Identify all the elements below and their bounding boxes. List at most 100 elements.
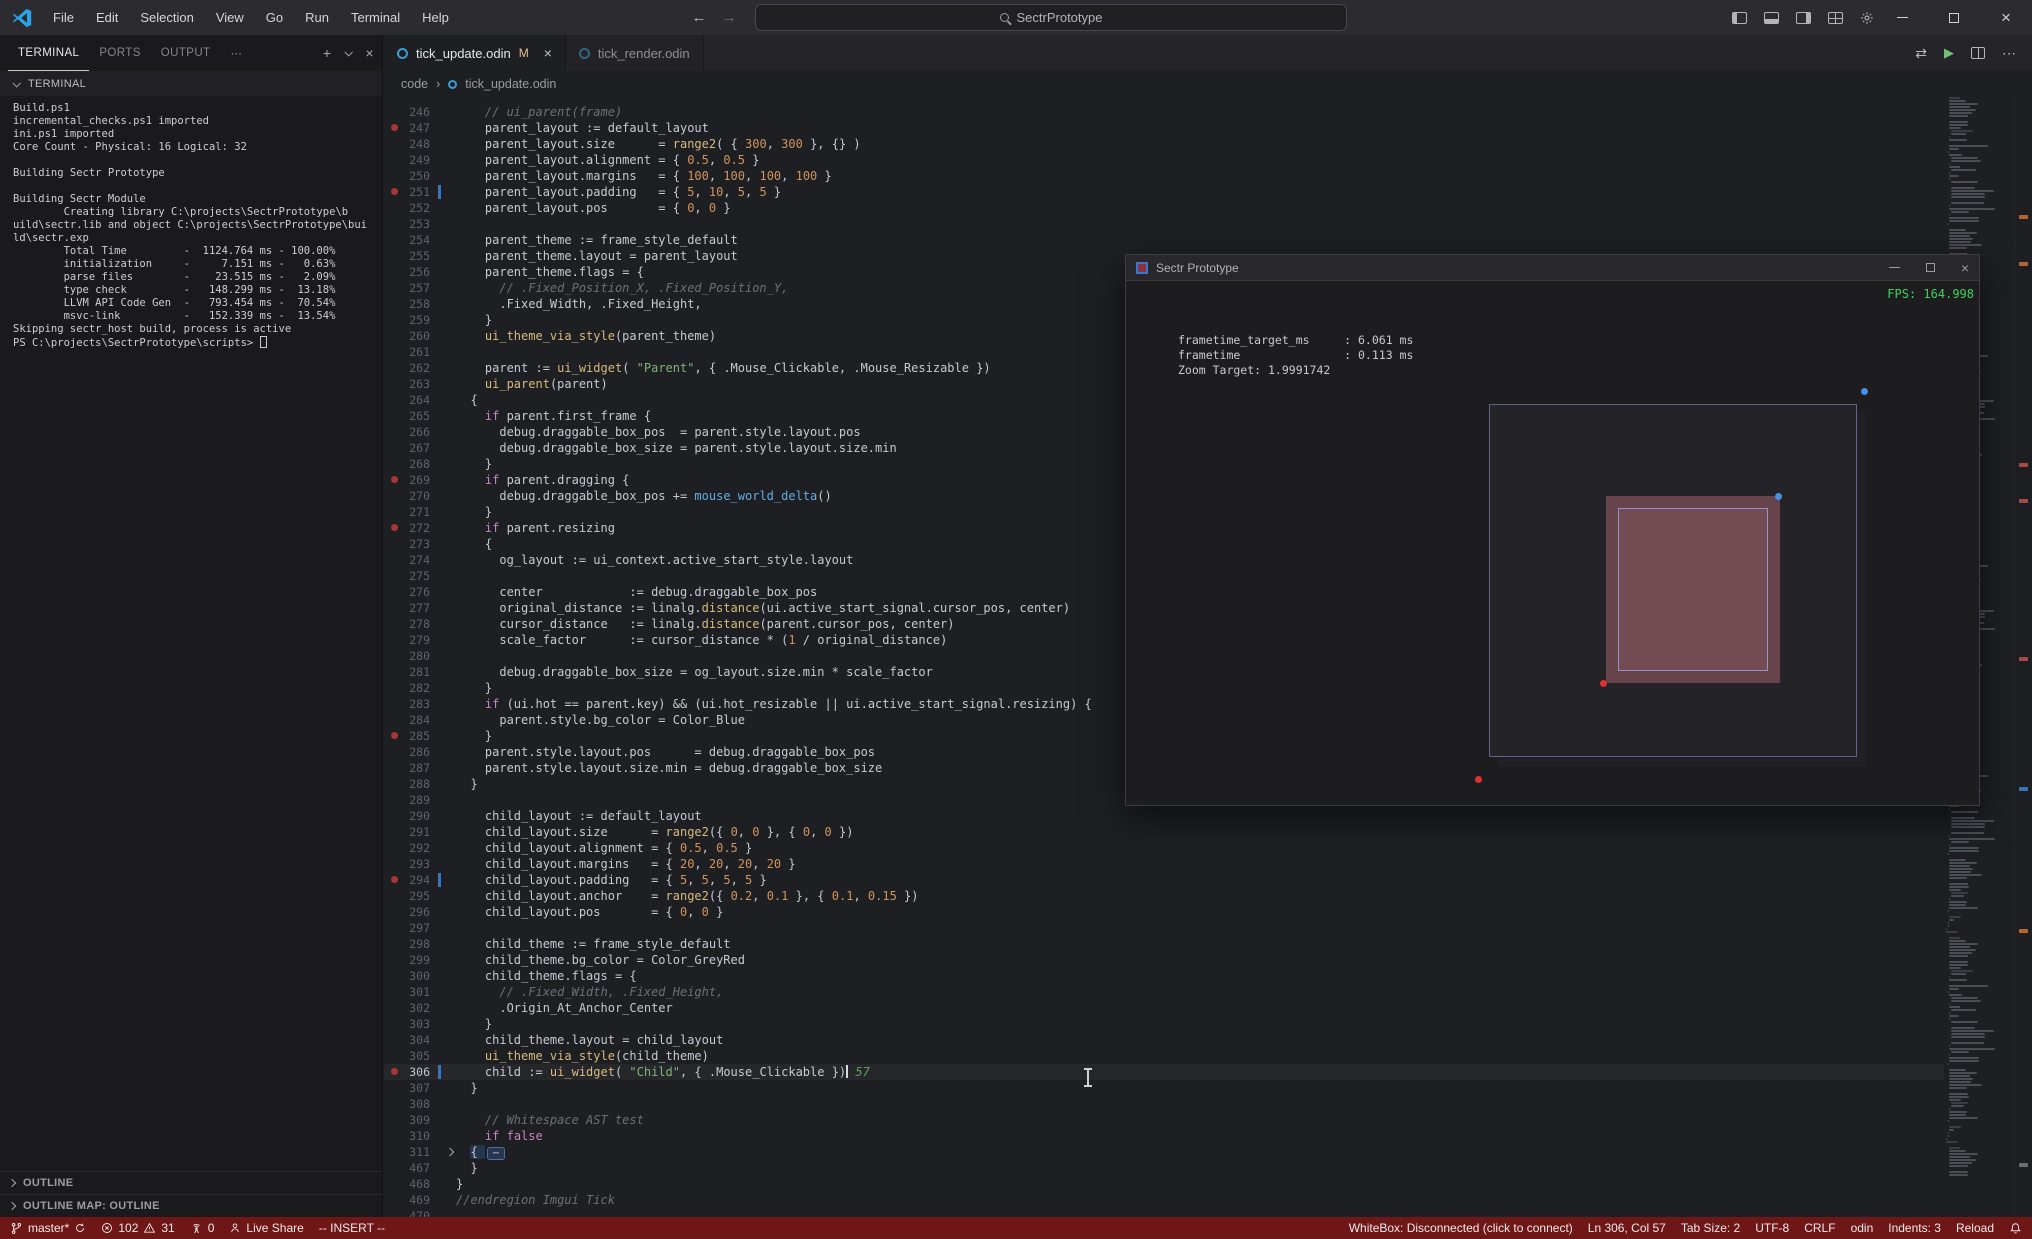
code-text[interactable]: child_theme := frame_style_default [456,936,731,952]
code-line[interactable]: 306 child := ui_widget( "Child", { .Mous… [384,1064,1944,1080]
gutter[interactable]: 260 [384,328,456,344]
settings-gear-icon[interactable] [1860,11,1874,25]
gutter[interactable]: 268 [384,456,456,472]
sectr-maximize-button[interactable] [1925,263,1935,272]
code-line[interactable]: 250 parent_layout.margins = { 100, 100, … [384,168,1944,184]
gutter[interactable]: 304 [384,1032,456,1048]
code-text[interactable]: child_layout := default_layout [456,808,702,824]
problems-status[interactable]: 102 31 [101,1221,175,1235]
code-text[interactable]: og_layout := ui_context.active_start_sty… [456,552,853,568]
sectr-minimize-button[interactable] [1888,267,1900,268]
code-line[interactable]: 291 child_layout.size = range2({ 0, 0 },… [384,824,1944,840]
gutter[interactable]: 468 [384,1176,456,1192]
code-text[interactable]: parent_layout.padding = { 5, 10, 5, 5 } [456,184,781,200]
code-text[interactable]: parent_layout := default_layout [456,120,709,136]
code-text[interactable]: .Origin_At_Anchor_Center [456,1000,672,1016]
gutter[interactable]: 469 [384,1192,456,1208]
code-text[interactable]: cursor_distance := linalg.distance(paren… [456,616,954,632]
code-line[interactable]: 251 parent_layout.padding = { 5, 10, 5, … [384,184,1944,200]
gutter[interactable]: 276 [384,584,456,600]
code-line[interactable]: 292 child_layout.alignment = { 0.5, 0.5 … [384,840,1944,856]
terminal-output[interactable]: Build.ps1 incremental_checks.ps1 imported… [0,96,382,350]
whitebox-status[interactable]: WhiteBox: Disconnected (click to connect… [1349,1221,1573,1235]
code-text[interactable]: original_distance := linalg.distance(ui.… [456,600,1070,616]
ports-status[interactable]: 0 [190,1221,214,1235]
gutter[interactable]: 301 [384,984,456,1000]
gutter[interactable]: 470 [384,1208,456,1217]
live-share-status[interactable]: Live Share [229,1221,304,1235]
toggle-sidebar-icon[interactable] [1732,11,1747,24]
gutter[interactable]: 269 [384,472,456,488]
code-line[interactable]: 293 child_layout.margins = { 20, 20, 20,… [384,856,1944,872]
panel-tab-terminal[interactable]: TERMINAL [8,35,89,71]
gutter[interactable]: 288 [384,776,456,792]
gutter[interactable]: 291 [384,824,456,840]
toggle-secondary-sidebar-icon[interactable] [1796,11,1811,24]
tab-tick-update[interactable]: tick_update.odin M × [384,35,566,71]
code-line[interactable]: 246 // ui_parent(frame) [384,104,1944,120]
code-line[interactable]: 304 child_theme.layout = child_layout [384,1032,1944,1048]
code-text[interactable]: parent_layout.size = range2( { 300, 300 … [456,136,861,152]
notifications-bell-icon[interactable] [2009,1222,2022,1235]
gutter[interactable]: 265 [384,408,456,424]
breadcrumb-folder[interactable]: code [401,77,428,91]
code-text[interactable]: ui_theme_via_style(child_theme) [456,1048,709,1064]
gutter[interactable]: 251 [384,184,456,200]
code-text[interactable]: child_layout.pos = { 0, 0 } [456,904,723,920]
code-line[interactable]: 469 //endregion Imgui Tick [384,1192,1944,1208]
gutter[interactable]: 272 [384,520,456,536]
gutter[interactable]: 247 [384,120,456,136]
vim-mode-indicator[interactable]: -- INSERT -- [319,1221,385,1235]
code-text[interactable]: } [456,1080,477,1096]
gutter[interactable]: 246 [384,104,456,120]
code-text[interactable]: parent_layout.pos = { 0, 0 } [456,200,731,216]
gutter[interactable]: 309 [384,1112,456,1128]
tab-size-indicator[interactable]: Tab Size: 2 [1681,1221,1740,1235]
menu-terminal[interactable]: Terminal [340,0,411,35]
gutter[interactable]: 264 [384,392,456,408]
code-text[interactable]: child_layout.margins = { 20, 20, 20, 20 … [456,856,796,872]
gutter[interactable]: 249 [384,152,456,168]
code-text[interactable]: if parent.dragging { [456,472,630,488]
code-text[interactable]: parent.style.bg_color = Color_Blue [456,712,745,728]
code-line[interactable]: 301 // .Fixed_Width, .Fixed_Height, [384,984,1944,1000]
terminal-prompt-line[interactable]: PS C:\projects\SectrPrototype\scripts> [13,336,382,350]
gutter[interactable]: 267 [384,440,456,456]
code-line[interactable]: 302 .Origin_At_Anchor_Center [384,1000,1944,1016]
menu-edit[interactable]: Edit [85,0,129,35]
code-text[interactable]: if parent.first_frame { [456,408,651,424]
reload-button[interactable]: Reload [1956,1221,1994,1235]
gutter[interactable]: 263 [384,376,456,392]
gutter[interactable]: 275 [384,568,456,584]
code-line[interactable]: 303 } [384,1016,1944,1032]
gutter[interactable]: 307 [384,1080,456,1096]
code-line[interactable]: 298 child_theme := frame_style_default [384,936,1944,952]
gutter[interactable]: 296 [384,904,456,920]
code-text[interactable]: parent := ui_widget( "Parent", { .Mouse_… [456,360,991,376]
code-text[interactable]: { [456,536,492,552]
gutter[interactable]: 271 [384,504,456,520]
gutter[interactable]: 270 [384,488,456,504]
gutter[interactable]: 297 [384,920,456,936]
gutter[interactable]: 281 [384,664,456,680]
code-text[interactable]: child_theme.bg_color = Color_GreyRed [456,952,745,968]
code-text[interactable]: } [456,456,492,472]
language-mode[interactable]: odin [1851,1221,1874,1235]
more-actions-icon[interactable]: ⋯ [2002,45,2016,62]
code-text[interactable]: parent_layout.alignment = { 0.5, 0.5 } [456,152,760,168]
code-text[interactable]: { ⋯ [456,1144,505,1160]
gutter[interactable]: 303 [384,1016,456,1032]
code-text[interactable]: } [456,776,477,792]
code-text[interactable]: parent.style.layout.pos = debug.draggabl… [456,744,875,760]
cursor-position[interactable]: Ln 306, Col 57 [1588,1221,1666,1235]
breadcrumb[interactable]: code › tick_update.odin [384,71,2032,97]
gutter[interactable]: 286 [384,744,456,760]
code-text[interactable]: // .Fixed_Width, .Fixed_Height, [456,984,723,1000]
gutter[interactable]: 252 [384,200,456,216]
gutter[interactable]: 302 [384,1000,456,1016]
child-widget-box[interactable] [1606,496,1780,683]
gutter[interactable]: 284 [384,712,456,728]
code-text[interactable]: child_layout.alignment = { 0.5, 0.5 } [456,840,752,856]
gutter[interactable]: 253 [384,216,456,232]
gutter[interactable]: 289 [384,792,456,808]
